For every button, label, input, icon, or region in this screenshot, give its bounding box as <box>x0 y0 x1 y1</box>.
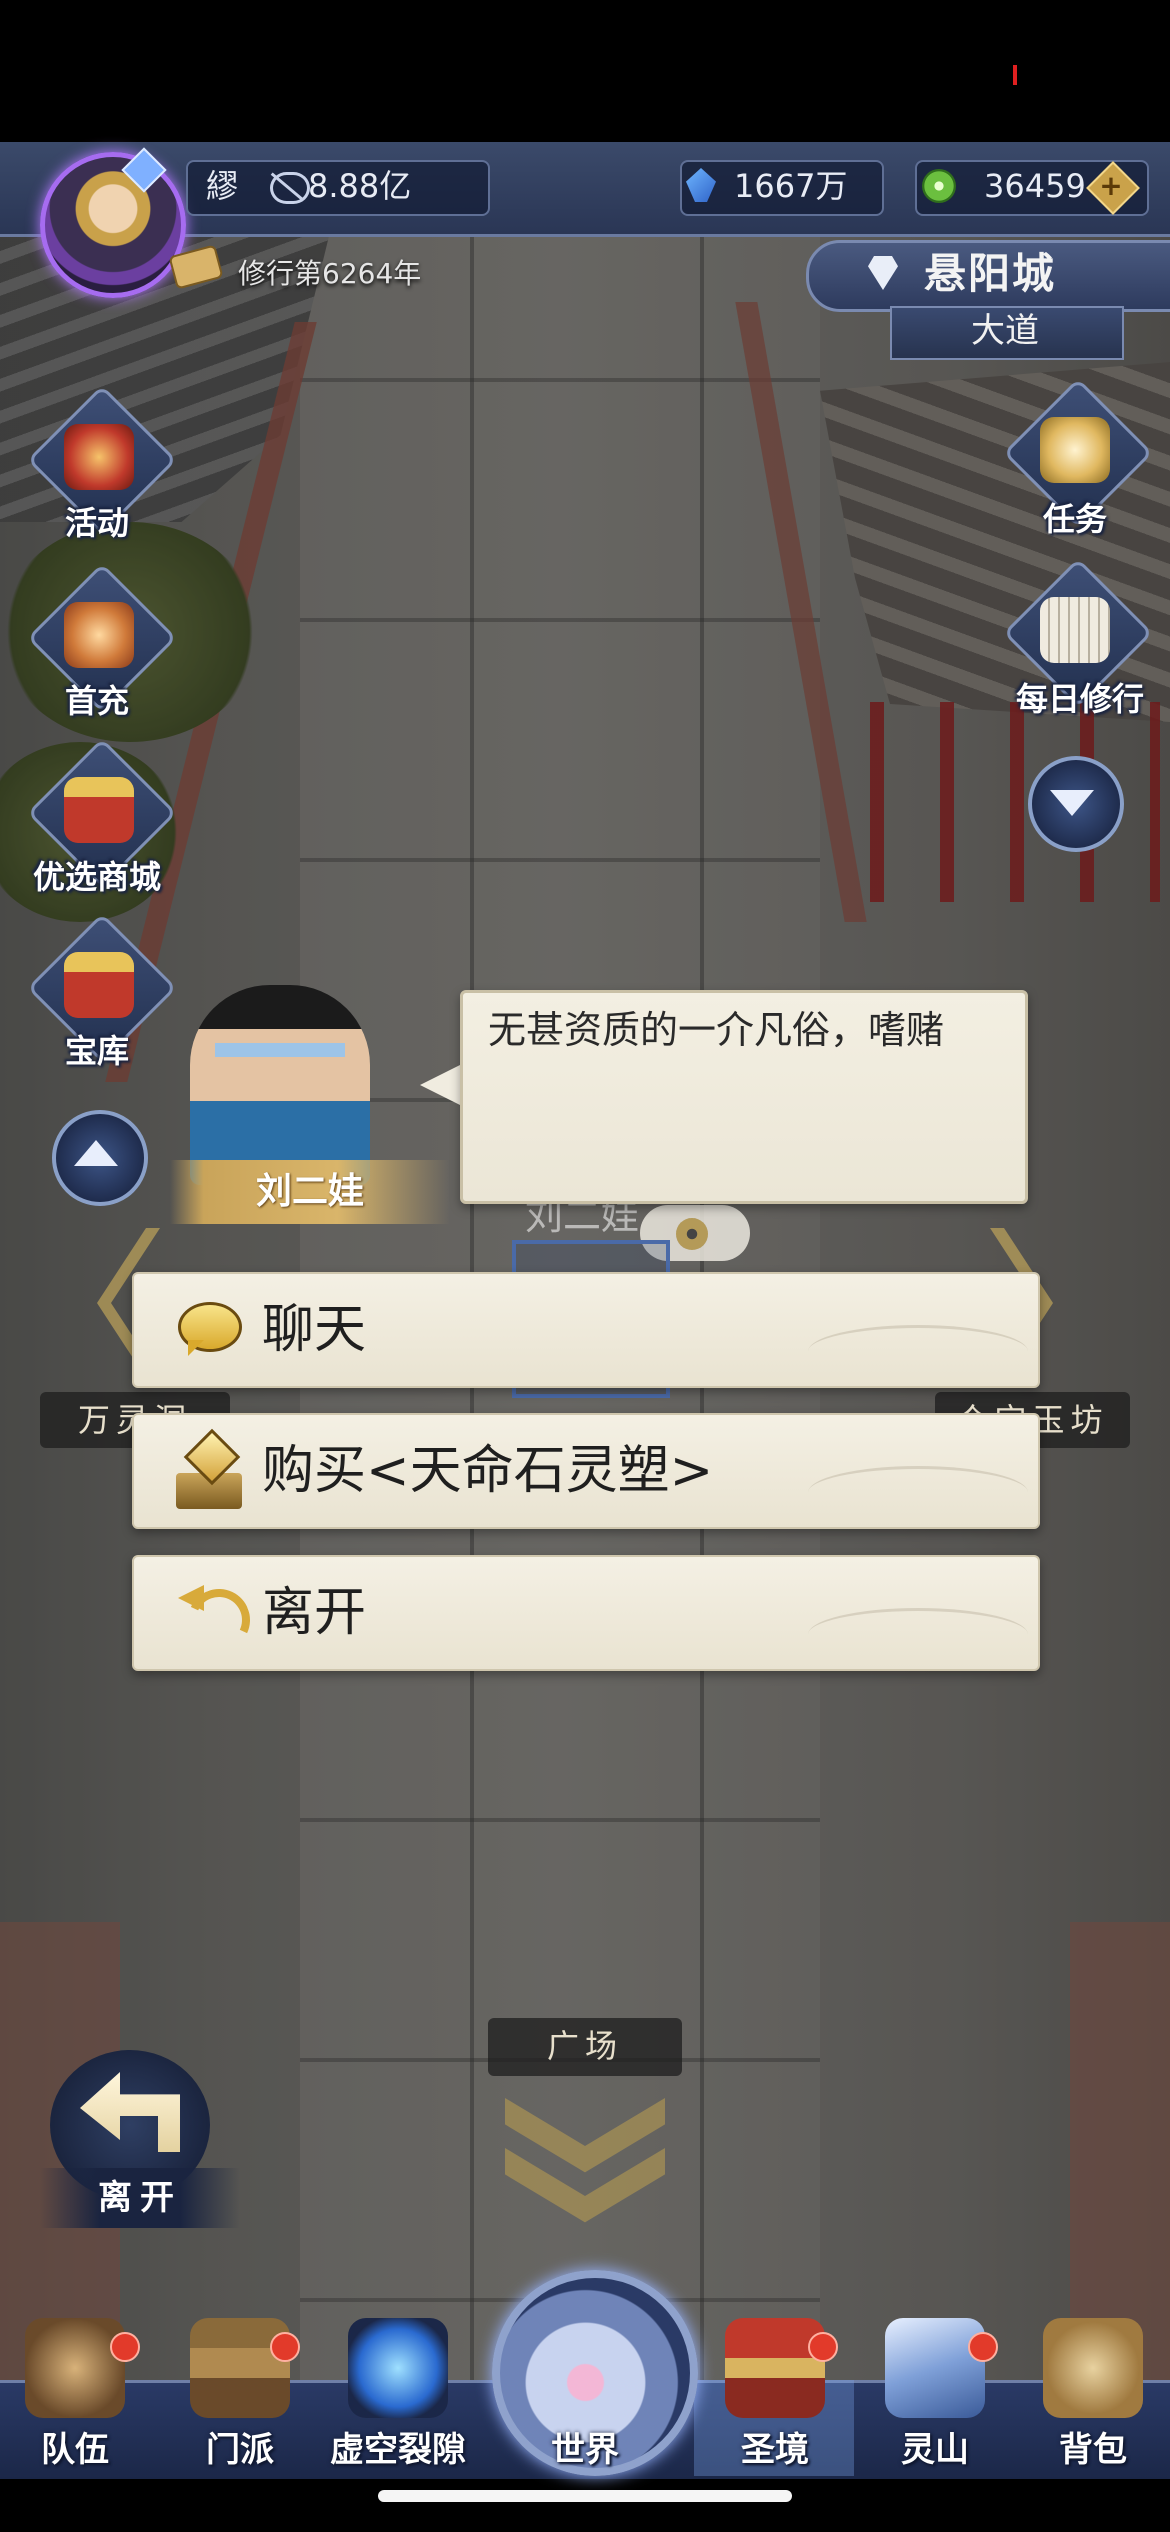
copper-coin-icon <box>676 1218 708 1250</box>
first-recharge-label: 首充 <box>64 682 129 720</box>
nav-team-label: 队伍 <box>41 2430 109 2470</box>
sect-gate-icon <box>190 2318 290 2418</box>
npc-headband <box>215 1043 345 1057</box>
paper-decoration <box>808 1325 1028 1378</box>
nav-bag-label: 背包 <box>1059 2430 1127 2470</box>
leave-option[interactable]: 离开 <box>132 1555 1040 1671</box>
void-rift-icon <box>348 2318 448 2418</box>
leave-option-label: 离开 <box>262 1583 367 1643</box>
notification-dot <box>968 2332 998 2362</box>
home-indicator[interactable] <box>378 2490 792 2502</box>
treasure-bag-icon <box>64 602 134 668</box>
treasury-label: 宝库 <box>64 1032 129 1070</box>
notification-dot <box>110 2332 140 2362</box>
nav-spirit-mountain-label: 灵山 <box>901 2430 969 2470</box>
npc-speech: 无甚资质的一介凡俗，嗜赌 <box>488 1008 945 1052</box>
notification-dot <box>808 2332 838 2362</box>
scroll-bell-icon <box>1040 417 1110 483</box>
leave-button-label: 离开 <box>40 2168 240 2228</box>
activity-label: 活动 <box>64 504 129 542</box>
return-arrow-icon <box>178 1580 259 1660</box>
area-name: 大道 <box>971 311 1039 351</box>
shop-label: 优选商城 <box>32 858 161 896</box>
straw-hat-icon <box>25 2318 125 2418</box>
palace-icon <box>725 2318 825 2418</box>
lantern-icon <box>64 424 134 490</box>
book-icon <box>1040 597 1110 663</box>
chat-bubble-icon <box>178 1302 242 1358</box>
nav-bag[interactable]: 背包 <box>1018 2318 1168 2478</box>
bag-icon <box>1043 2318 1143 2418</box>
power-value: 8.88亿 <box>308 167 412 205</box>
player-avatar[interactable] <box>40 152 186 298</box>
paper-decoration <box>808 1608 1028 1661</box>
nav-holy-realm-label: 圣境 <box>741 2430 809 2470</box>
nav-sect-label: 门派 <box>206 2430 274 2470</box>
player-name: 繆 <box>206 167 239 205</box>
signpost-bottom[interactable]: 广场 <box>488 2018 682 2076</box>
nav-world[interactable]: 世界 <box>510 2318 660 2478</box>
nav-world-label: 世界 <box>551 2430 619 2470</box>
chest-icon <box>64 952 134 1018</box>
chat-option[interactable]: 聊天 <box>132 1272 1040 1388</box>
chevron-down-icon <box>1050 790 1094 816</box>
cultivation-year: 修行第6264年 <box>238 257 422 290</box>
daily-cultivation-label: 每日修行 <box>1015 680 1144 718</box>
chat-option-label: 聊天 <box>262 1300 367 1360</box>
gift-box-icon <box>64 777 134 843</box>
npc-portrait <box>190 985 370 1185</box>
plus-icon: + <box>1099 169 1123 202</box>
status-indicator <box>1013 65 1017 85</box>
city-name: 悬阳城 <box>924 249 1057 298</box>
nav-void-rift[interactable]: 虚空裂隙 <box>318 2318 478 2478</box>
quest-label: 任务 <box>1042 500 1107 538</box>
spirit-coin-icon <box>922 169 956 203</box>
nav-void-rift-label: 虚空裂隙 <box>330 2430 466 2470</box>
shop-emblem-icon <box>170 1428 248 1511</box>
coin-value: 36459 <box>984 167 1086 205</box>
chevron-up-icon <box>74 1140 118 1166</box>
crystal-value: 1667万 <box>734 167 848 205</box>
buy-option-label: 购买<天命石灵塑> <box>262 1441 714 1501</box>
notification-dot <box>270 2332 300 2362</box>
buy-option[interactable]: 购买<天命石灵塑> <box>132 1413 1040 1529</box>
paper-decoration <box>808 1466 1028 1519</box>
status-bar <box>0 0 1170 142</box>
npc-name: 刘二娃 <box>255 1171 364 1212</box>
mountain-icon <box>885 2318 985 2418</box>
